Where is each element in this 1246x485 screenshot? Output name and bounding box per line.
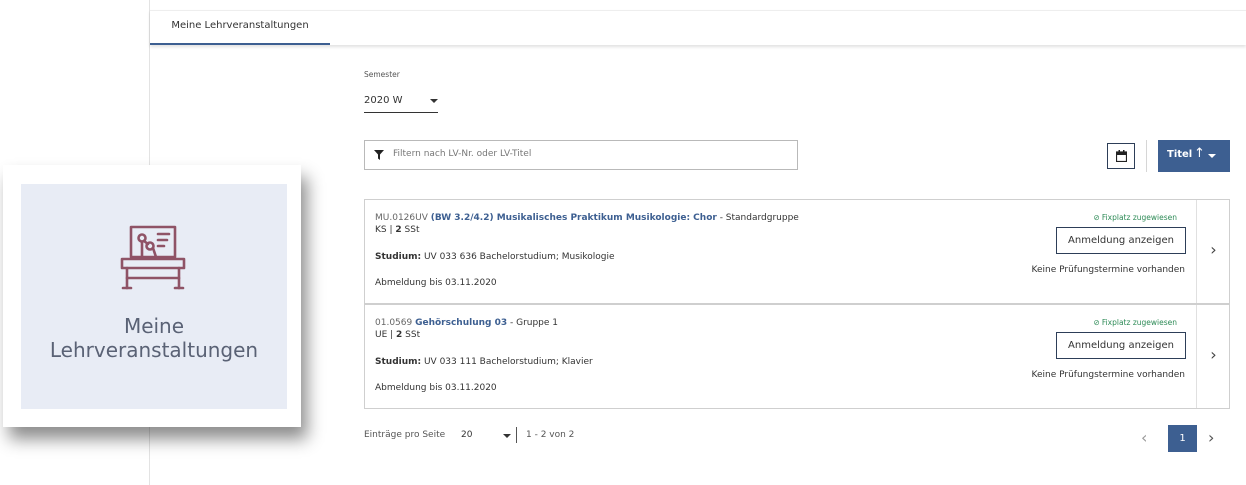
sort-button[interactable]: Titel ↑: [1158, 140, 1230, 172]
exam-info: Keine Prüfungstermine vorhanden: [1031, 265, 1185, 275]
course-studium: Studium: UV 033 111 Bachelorstudium; Kla…: [375, 357, 593, 367]
studium-value: UV 033 111 Bachelorstudium; Klavier: [421, 357, 593, 367]
status-text: Fixplatz zugewiesen: [1101, 213, 1177, 222]
tile-label-line2: Lehrveranstaltungen: [49, 338, 259, 362]
course-sst-unit: SSt: [402, 330, 421, 340]
feature-tile-frame: Meine Lehrveranstaltungen: [3, 165, 301, 427]
check-circle-icon: ⊘: [1093, 213, 1100, 222]
course-title-link[interactable]: Gehörschulung 03: [415, 318, 507, 328]
tab-meine-lehrveranstaltungen[interactable]: Meine Lehrveranstaltungen: [150, 11, 330, 45]
course-heading: MU.0126UV (BW 3.2/4.2) Musikalisches Pra…: [375, 213, 799, 223]
pagination-bar: Einträge pro Seite 20 1 - 2 von 2: [364, 427, 574, 443]
previous-page-chevron-icon[interactable]: ‹: [1141, 428, 1147, 447]
sort-arrow-up-icon: ↑: [1194, 146, 1205, 161]
status-text: Fixplatz zugewiesen: [1101, 318, 1177, 327]
status-badge: ⊘ Fixplatz zugewiesen: [1094, 318, 1177, 327]
studium-label: Studium:: [375, 357, 422, 367]
tile-label: Meine Lehrveranstaltungen: [21, 314, 287, 362]
filter-icon: [374, 150, 384, 163]
course-type-line: KS | 2 SSt: [375, 225, 420, 235]
tile-label-line1: Meine: [123, 314, 185, 338]
sort-label: Titel: [1167, 149, 1193, 160]
semester-select[interactable]: 2020 W: [364, 90, 438, 113]
studium-label: Studium:: [375, 252, 422, 262]
course-type: KS: [375, 225, 387, 235]
per-page-select[interactable]: 20: [461, 430, 472, 440]
show-registration-button[interactable]: Anmeldung anzeigen: [1056, 332, 1186, 359]
caret-down-icon[interactable]: [503, 434, 511, 438]
course-type: UE: [375, 330, 388, 340]
check-circle-icon: ⊘: [1093, 318, 1100, 327]
caret-down-icon: [430, 99, 438, 103]
course-number: MU.0126UV: [375, 213, 428, 223]
filter-input[interactable]: Filtern nach LV-Nr. oder LV-Titel: [364, 140, 798, 170]
expand-chevron-right-icon[interactable]: ›: [1196, 305, 1230, 408]
calendar-button[interactable]: [1107, 143, 1135, 169]
course-sst-unit: SSt: [401, 225, 420, 235]
studium-value: UV 033 636 Bachelorstudium; Musikologie: [421, 252, 615, 262]
show-registration-button[interactable]: Anmeldung anzeigen: [1056, 227, 1186, 254]
course-card: MU.0126UV (BW 3.2/4.2) Musikalisches Pra…: [364, 199, 1230, 304]
pager-separator: [516, 427, 517, 443]
feature-tile[interactable]: Meine Lehrveranstaltungen: [21, 184, 287, 409]
expand-chevron-right-icon[interactable]: ›: [1196, 200, 1230, 303]
semester-value: 2020 W: [364, 95, 403, 106]
course-type-line: UE | 2 SSt: [375, 330, 421, 340]
status-badge: ⊘ Fixplatz zugewiesen: [1094, 213, 1177, 222]
course-group: - Standardgruppe: [716, 213, 799, 223]
course-number: 01.0569: [375, 318, 413, 328]
page-range: 1 - 2 von 2: [526, 430, 575, 440]
course-title-link[interactable]: (BW 3.2/4.2) Musikalisches Praktikum Mus…: [431, 213, 717, 223]
deregistration-deadline: Abmeldung bis 03.11.2020: [375, 383, 497, 393]
course-group: - Gruppe 1: [507, 318, 559, 328]
caret-down-icon: [1208, 154, 1216, 158]
tab-bar: Meine Lehrveranstaltungen: [150, 10, 1246, 45]
next-page-chevron-icon[interactable]: ›: [1208, 428, 1214, 447]
current-page-button[interactable]: 1: [1168, 425, 1197, 452]
per-page-label: Einträge pro Seite: [364, 430, 446, 440]
deregistration-deadline: Abmeldung bis 03.11.2020: [375, 278, 497, 288]
course-card: 01.0569 Gehörschulung 03 - Gruppe 1 UE |…: [364, 304, 1230, 409]
toolbar-separator: [1146, 140, 1147, 172]
filter-placeholder: Filtern nach LV-Nr. oder LV-Titel: [393, 149, 532, 159]
exam-info: Keine Prüfungstermine vorhanden: [1031, 370, 1185, 380]
course-studium: Studium: UV 033 636 Bachelorstudium; Mus…: [375, 252, 615, 262]
semester-label: Semester: [364, 70, 400, 79]
course-heading: 01.0569 Gehörschulung 03 - Gruppe 1: [375, 318, 558, 328]
